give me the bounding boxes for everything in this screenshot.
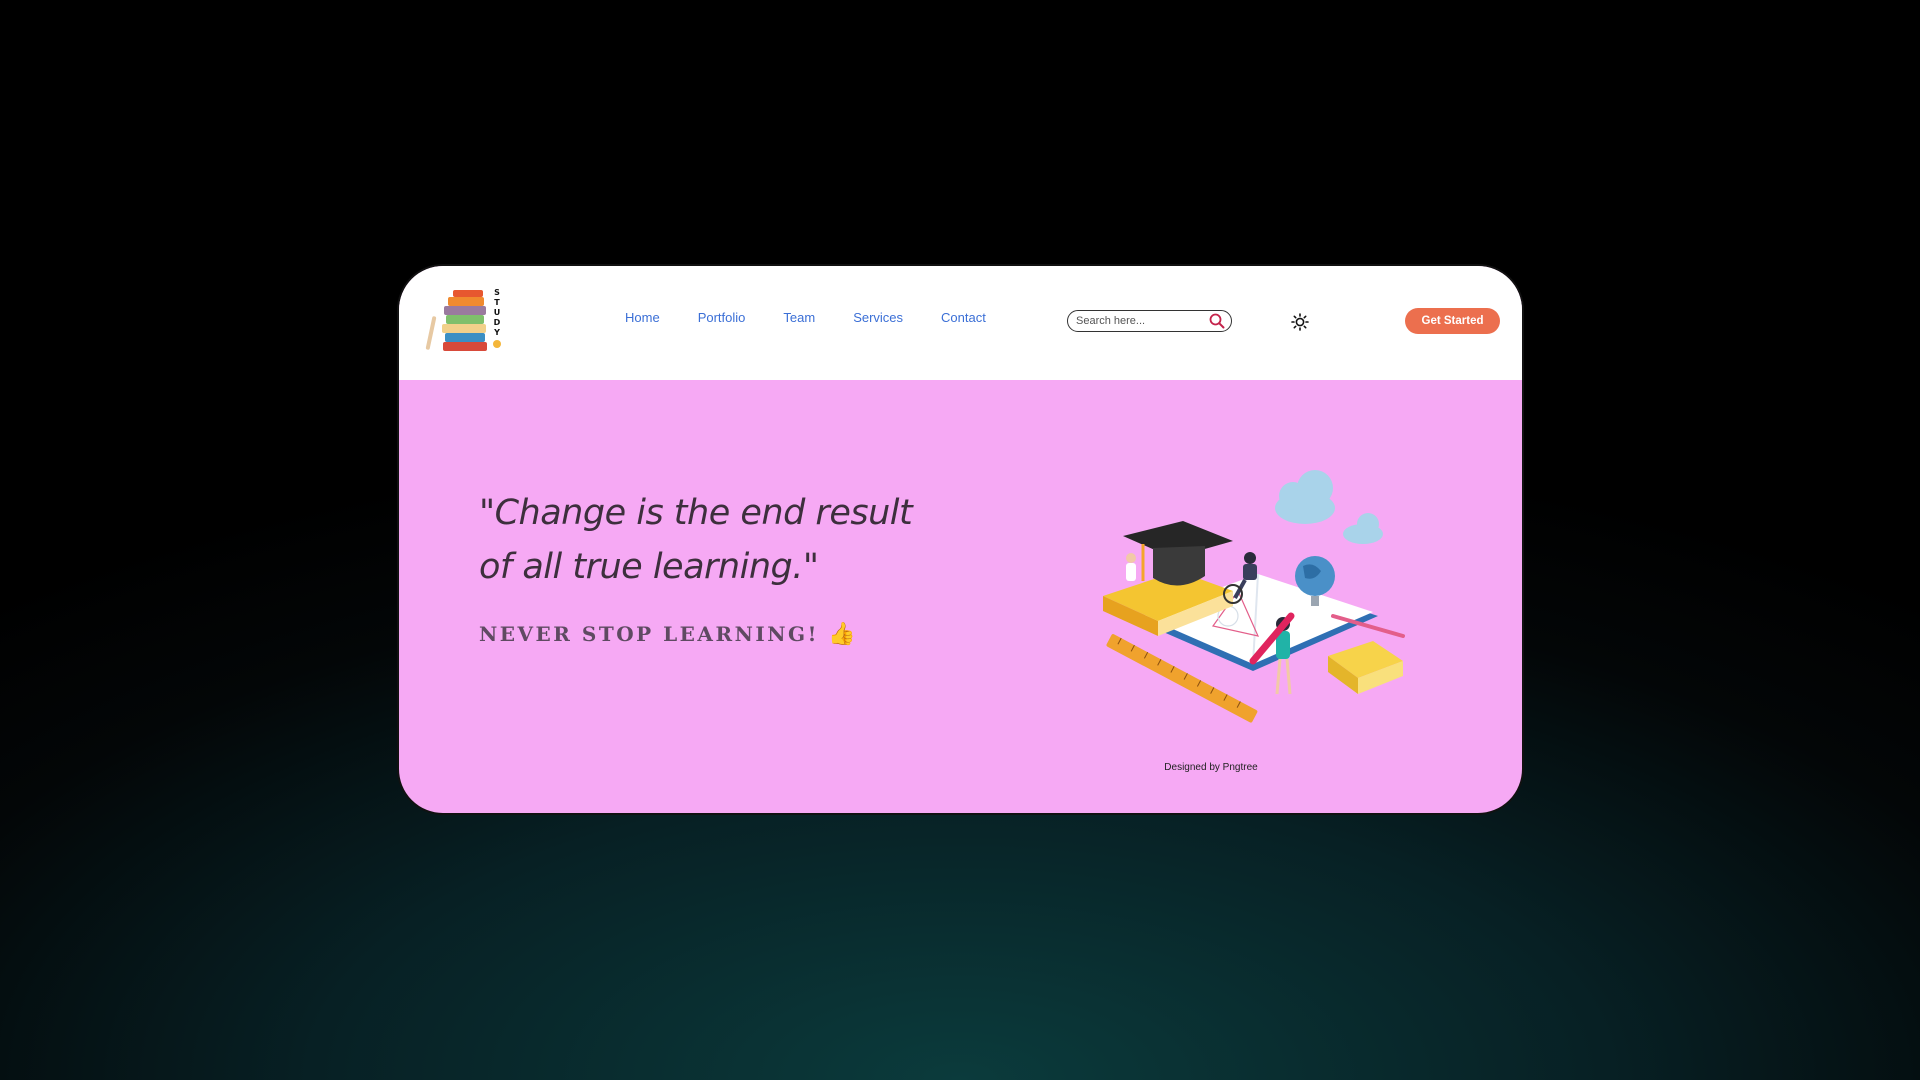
image-credit: Designed by Pngtree — [1164, 762, 1258, 773]
hero-tagline: NEVER STOP LEARNING! 👍 — [479, 621, 856, 647]
nav-home[interactable]: Home — [625, 310, 660, 325]
nav-portfolio[interactable]: Portfolio — [698, 310, 746, 325]
search-input[interactable] — [1076, 313, 1204, 329]
quote-line-2: of all true learning." — [479, 547, 819, 587]
get-started-button[interactable]: Get Started — [1405, 308, 1500, 334]
search-box — [1067, 310, 1232, 332]
hero-quote: "Change is the end result of all true le… — [479, 486, 939, 594]
smile-icon — [493, 340, 501, 348]
tagline-text: NEVER STOP LEARNING! — [479, 622, 819, 646]
logo-text: STUDY — [493, 288, 501, 337]
logo-wordmark: STUDY — [491, 288, 503, 351]
sun-icon[interactable] — [1291, 313, 1309, 331]
quote-line-1: "Change is the end result — [479, 493, 913, 533]
thumbs-up-icon: 👍 — [828, 621, 856, 647]
search-icon[interactable] — [1209, 313, 1225, 329]
nav-services[interactable]: Services — [853, 310, 903, 325]
nav-team[interactable]: Team — [783, 310, 815, 325]
header: STUDY Home Portfolio Team Services Conta… — [399, 266, 1522, 380]
education-illustration — [1103, 470, 1405, 723]
nav-contact[interactable]: Contact — [941, 310, 986, 325]
app-window: STUDY Home Portfolio Team Services Conta… — [397, 264, 1524, 815]
main-nav: Home Portfolio Team Services Contact — [625, 310, 986, 325]
